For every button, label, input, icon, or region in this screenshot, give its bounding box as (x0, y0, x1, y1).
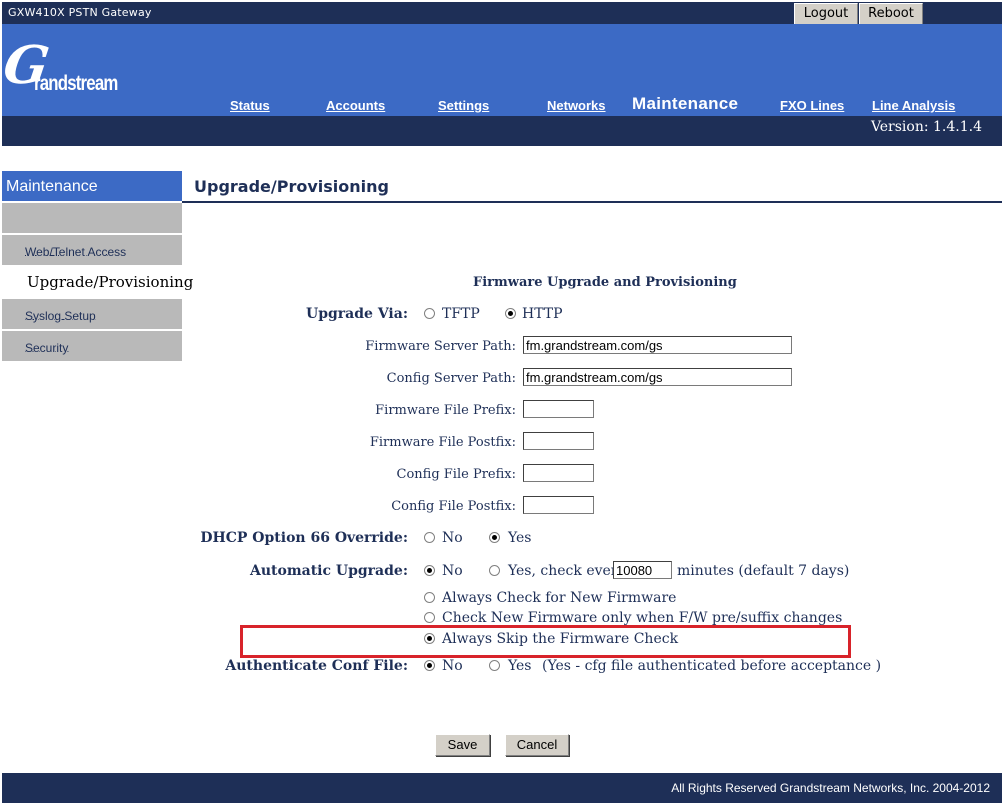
automatic-upgrade-yes-radio[interactable] (489, 565, 500, 576)
cancel-button[interactable]: Cancel (505, 734, 569, 756)
check-on-suffix-change-radio[interactable] (424, 612, 435, 623)
reboot-button[interactable]: Reboot (859, 3, 923, 25)
form-heading: Firmware Upgrade and Provisioning (473, 275, 737, 290)
upgrade-via-tftp-label: TFTP (442, 306, 480, 322)
dhcp-override-no-label: No (442, 530, 463, 546)
automatic-upgrade-no-radio[interactable] (424, 565, 435, 576)
sidebar-spacer (2, 203, 182, 233)
firmware-server-path-label: Firmware Server Path: (365, 339, 516, 354)
authenticate-conf-no-label: No (442, 658, 463, 674)
config-file-postfix-field[interactable] (523, 496, 594, 514)
save-button[interactable]: Save (435, 734, 490, 756)
nav-line-analysis[interactable]: Line Analysis (872, 98, 955, 113)
sidebar-item-web-telnet-access[interactable]: Web/Telnet Access (2, 235, 182, 265)
config-file-postfix-label: Config File Postfix: (391, 499, 516, 514)
firmware-file-postfix-label: Firmware File Postfix: (369, 435, 516, 450)
upgrade-via-label: Upgrade Via: (306, 306, 408, 322)
nav-fxo-lines[interactable]: FXO Lines (780, 98, 844, 113)
automatic-upgrade-label: Automatic Upgrade: (249, 563, 408, 579)
logout-button[interactable]: Logout (794, 3, 858, 25)
check-interval-minutes-field[interactable]: 10080 (613, 561, 672, 579)
dhcp-override-yes-radio[interactable] (489, 532, 500, 543)
sidebar-item-security[interactable]: Security (2, 331, 182, 361)
always-check-firmware-radio[interactable] (424, 592, 435, 603)
sidebar-title: Maintenance (2, 171, 182, 201)
automatic-upgrade-no-label: No (442, 563, 463, 579)
upgrade-via-http-label: HTTP (522, 306, 563, 322)
config-file-prefix-label: Config File Prefix: (396, 467, 516, 482)
dhcp-override-label: DHCP Option 66 Override: (200, 530, 408, 546)
always-check-firmware-label: Always Check for New Firmware (442, 590, 677, 606)
firmware-version: Version: 1.4.1.4 (870, 119, 982, 135)
authenticate-conf-label: Authenticate Conf File: (225, 658, 408, 674)
dhcp-override-no-radio[interactable] (424, 532, 435, 543)
version-bar (2, 116, 1002, 146)
check-on-change-clip: Check New Firmware only when F/W pre/suf… (400, 610, 845, 625)
authenticate-conf-note: (Yes - cfg file authenticated before acc… (542, 658, 882, 674)
firmware-server-path-field[interactable]: fm.grandstream.com/gs (523, 336, 792, 354)
authenticate-conf-yes-radio[interactable] (489, 660, 500, 671)
check-on-suffix-change-label: Check New Firmware only when F/W pre/suf… (442, 610, 843, 625)
product-name: GXW410X PSTN Gateway (8, 6, 152, 19)
header-banner (2, 24, 1002, 116)
title-divider (182, 201, 1002, 203)
config-server-path-field[interactable]: fm.grandstream.com/gs (523, 368, 792, 386)
nav-maintenance[interactable]: Maintenance (632, 94, 738, 114)
firmware-file-prefix-field[interactable] (523, 400, 594, 418)
firmware-file-postfix-field[interactable] (523, 432, 594, 450)
firmware-file-prefix-label: Firmware File Prefix: (375, 403, 516, 418)
authenticate-conf-yes-label: Yes (508, 658, 532, 674)
nav-settings[interactable]: Settings (438, 98, 489, 113)
page-title: Upgrade/Provisioning (194, 177, 389, 196)
automatic-upgrade-yes-label: Yes, check every (508, 563, 626, 579)
grandstream-logo: Grandstream (0, 35, 118, 96)
upgrade-via-tftp-radio[interactable] (424, 308, 435, 319)
dhcp-override-yes-label: Yes (508, 530, 532, 546)
nav-networks[interactable]: Networks (547, 98, 606, 113)
authenticate-conf-no-radio[interactable] (424, 660, 435, 671)
config-server-path-label: Config Server Path: (386, 371, 516, 386)
check-interval-hint: minutes (default 7 days) (677, 563, 850, 579)
upgrade-via-http-radio[interactable] (505, 308, 516, 319)
copyright-text: All Rights Reserved Grandstream Networks… (671, 781, 990, 795)
config-file-prefix-field[interactable] (523, 464, 594, 482)
sidebar-item-syslog-setup[interactable]: Syslog Setup (2, 299, 182, 329)
nav-status[interactable]: Status (230, 98, 270, 113)
highlight-box (240, 625, 851, 658)
nav-accounts[interactable]: Accounts (326, 98, 385, 113)
sidebar-item-upgrade-provisioning[interactable]: Upgrade/Provisioning (2, 266, 193, 298)
